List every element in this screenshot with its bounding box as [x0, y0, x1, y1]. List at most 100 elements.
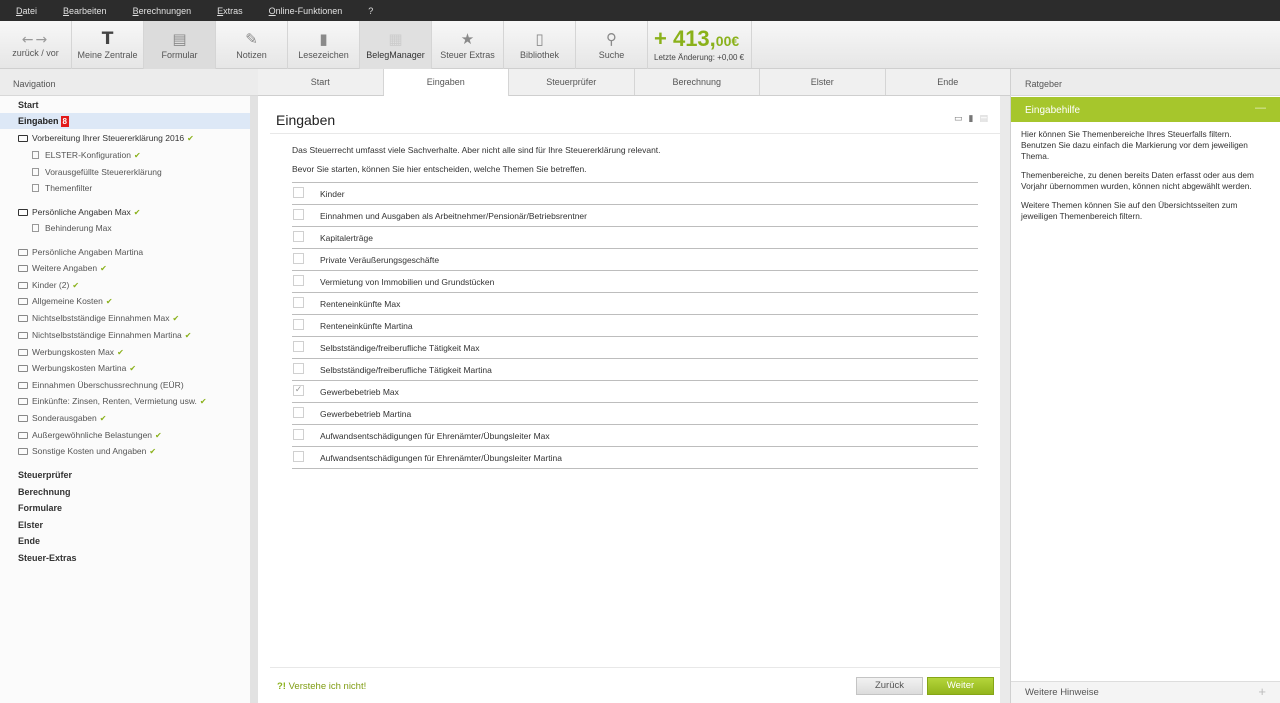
folder-icon	[18, 415, 28, 422]
nav-item-folder[interactable]: Außergewöhnliche Belastungen ✔	[18, 428, 162, 442]
nav-item-formulare[interactable]: Formulare	[18, 501, 62, 515]
topic-row[interactable]: Selbstständige/freiberufliche Tätigkeit …	[292, 358, 978, 380]
nav-item-folder[interactable]: Nichtselbstständige Einnahmen Max ✔	[18, 311, 179, 325]
note-icon[interactable]: ▭	[954, 114, 969, 124]
tab-steuerpruefer[interactable]: Steuerprüfer	[509, 69, 635, 95]
tab-berechnung[interactable]: Berechnung	[635, 69, 760, 95]
menu-online-funktionen[interactable]: Online-Funktionen	[269, 6, 343, 16]
nav-item-folder[interactable]: Werbungskosten Max ✔	[18, 345, 124, 359]
topic-checkbox[interactable]	[293, 187, 304, 198]
topic-row[interactable]: Renteneinkünfte Max	[292, 292, 978, 314]
divider	[270, 667, 1000, 668]
nav-item-vorbereitung[interactable]: Vorbereitung Ihrer Steuererklärung 2016 ✔	[18, 131, 194, 145]
topic-checkbox[interactable]	[293, 209, 304, 220]
main-scrollbar[interactable]	[1000, 96, 1010, 703]
menu-bearbeiten[interactable]: Bearbeiten	[63, 6, 107, 16]
folder-icon	[18, 265, 28, 272]
topic-row[interactable]: Aufwandsentschädigungen für Ehrenämter/Ü…	[292, 424, 978, 446]
nav-item-vorausgefuellte[interactable]: Vorausgefüllte Steuererklärung	[32, 165, 162, 179]
toolbar-suche-button[interactable]: ⚲ Suche	[576, 21, 648, 69]
nav-item-themenfilter[interactable]: Themenfilter	[32, 181, 92, 195]
toolbar-steuer-extras-button[interactable]: ★ Steuer Extras	[432, 21, 504, 69]
bookmark-icon[interactable]: ▮	[969, 114, 980, 124]
nav-item-folder[interactable]: Allgemeine Kosten ✔	[18, 294, 113, 308]
nav-item-folder[interactable]: Sonstige Kosten und Angaben ✔	[18, 444, 156, 458]
folder-icon	[18, 315, 28, 322]
toolbar-lesezeichen-button[interactable]: ▮ Lesezeichen	[288, 21, 360, 69]
topic-row[interactable]: Renteneinkünfte Martina	[292, 314, 978, 336]
nav-item-ende[interactable]: Ende	[18, 534, 40, 548]
topic-label: Private Veräußerungsgeschäfte	[320, 255, 440, 265]
nav-item-folder[interactable]: Kinder (2) ✔	[18, 278, 79, 292]
menu-berechnungen[interactable]: Berechnungen	[133, 6, 192, 16]
topic-checkbox[interactable]	[293, 407, 304, 418]
help-paragraph-2: Themenbereiche, zu denen bereits Daten e…	[1021, 170, 1254, 191]
toolbar-formular-button[interactable]: ▤ Formular	[144, 21, 216, 69]
topic-row[interactable]: Aufwandsentschädigungen für Ehrenämter/Ü…	[292, 446, 978, 468]
next-button[interactable]: Weiter	[927, 677, 994, 695]
nav-item-behinderung-max[interactable]: Behinderung Max	[32, 221, 112, 235]
toolbar-bibliothek-button[interactable]: ▯ Bibliothek	[504, 21, 576, 69]
topic-row[interactable]: ✓ Gewerbebetrieb Max	[292, 380, 978, 402]
menu-extras[interactable]: Extras	[217, 6, 243, 16]
nav-item-folder[interactable]: Werbungskosten Martina ✔	[18, 361, 136, 375]
nav-item-folder[interactable]: Persönliche Angaben Martina	[18, 245, 143, 259]
nav-item-label: Formulare	[18, 503, 63, 513]
print-icon[interactable]: ▤	[979, 114, 994, 124]
topic-row[interactable]: Kinder	[292, 182, 978, 204]
star-icon: ★	[460, 30, 475, 48]
nav-item-label: Eingaben	[18, 116, 59, 126]
input-help-panel-header[interactable]: Eingabehilfe —	[1011, 97, 1280, 122]
tab-start[interactable]: Start	[258, 69, 384, 95]
folder-icon	[18, 432, 28, 439]
tab-ende[interactable]: Ende	[886, 69, 1011, 95]
nav-item-folder[interactable]: Einkünfte: Zinsen, Renten, Vermietung us…	[18, 394, 207, 408]
more-hints-panel[interactable]: Weitere Hinweise +	[1011, 681, 1280, 703]
topic-label: Kinder	[320, 189, 345, 199]
topic-checkbox[interactable]	[293, 429, 304, 440]
menu-datei[interactable]: Datei	[16, 6, 37, 16]
topic-checkbox[interactable]	[293, 297, 304, 308]
topic-checkbox[interactable]: ✓	[293, 385, 304, 396]
toolbar-notizen-button[interactable]: ✎ Notizen	[216, 21, 288, 69]
topic-row[interactable]: Einnahmen und Ausgaben als Arbeitnehmer/…	[292, 204, 978, 226]
nav-item-persoenliche-max[interactable]: Persönliche Angaben Max ✔	[18, 205, 140, 219]
topic-checkbox[interactable]	[293, 253, 304, 264]
nav-item-steuer-extras[interactable]: Steuer-Extras	[18, 551, 77, 565]
help-link[interactable]: ?! Verstehe ich nicht!	[277, 681, 366, 692]
topic-row[interactable]: Selbstständige/freiberufliche Tätigkeit …	[292, 336, 978, 358]
topic-checkbox[interactable]	[293, 231, 304, 242]
navigation-scrollbar[interactable]	[250, 96, 258, 703]
toolbar-label: Notizen	[236, 50, 267, 60]
back-button[interactable]: Zurück	[856, 677, 923, 695]
refund-amount-display: + 413,00€ Letzte Änderung: +0,00 €	[648, 21, 752, 68]
expand-plus-icon[interactable]: +	[1258, 684, 1266, 699]
topic-row[interactable]: Vermietung von Immobilien und Grundstück…	[292, 270, 978, 292]
nav-item-folder[interactable]: Sonderausgaben ✔	[18, 411, 106, 425]
nav-item-steuerpruefer[interactable]: Steuerprüfer	[18, 468, 72, 482]
back-forward-button[interactable]: ←→ zurück / vor	[0, 21, 72, 69]
topic-row[interactable]: Gewerbebetrieb Martina	[292, 402, 978, 424]
nav-item-eingaben[interactable]: Eingaben 8	[18, 114, 69, 128]
nav-item-folder[interactable]: Einnahmen Überschussrechnung (EÜR)	[18, 378, 184, 392]
toolbar-belegmanager-button[interactable]: ▦ BelegManager	[360, 21, 432, 69]
topic-checkbox[interactable]	[293, 275, 304, 286]
nav-item-folder[interactable]: Nichtselbstständige Einnahmen Martina ✔	[18, 328, 191, 342]
topic-checkbox[interactable]	[293, 363, 304, 374]
toolbar-meine-zentrale-button[interactable]: T Meine Zentrale	[72, 21, 144, 69]
topic-checkbox[interactable]	[293, 319, 304, 330]
tab-eingaben[interactable]: Eingaben	[383, 69, 509, 97]
topic-row[interactable]: Private Veräußerungsgeschäfte	[292, 248, 978, 270]
nav-item-start[interactable]: Start	[18, 98, 39, 112]
tab-elster[interactable]: Elster	[760, 69, 886, 95]
nav-item-folder[interactable]: Weitere Angaben ✔	[18, 261, 107, 275]
home-t-icon: T	[101, 29, 114, 49]
topic-checkbox[interactable]	[293, 451, 304, 462]
topic-row[interactable]: Kapitalerträge	[292, 226, 978, 248]
nav-item-elster-konfiguration[interactable]: ELSTER-Konfiguration ✔	[32, 148, 141, 162]
nav-item-elster[interactable]: Elster	[18, 518, 43, 532]
collapse-icon[interactable]: —	[1255, 102, 1266, 114]
topic-checkbox[interactable]	[293, 341, 304, 352]
nav-item-berechnung[interactable]: Berechnung	[18, 485, 71, 499]
menu-help[interactable]: ?	[368, 6, 373, 16]
